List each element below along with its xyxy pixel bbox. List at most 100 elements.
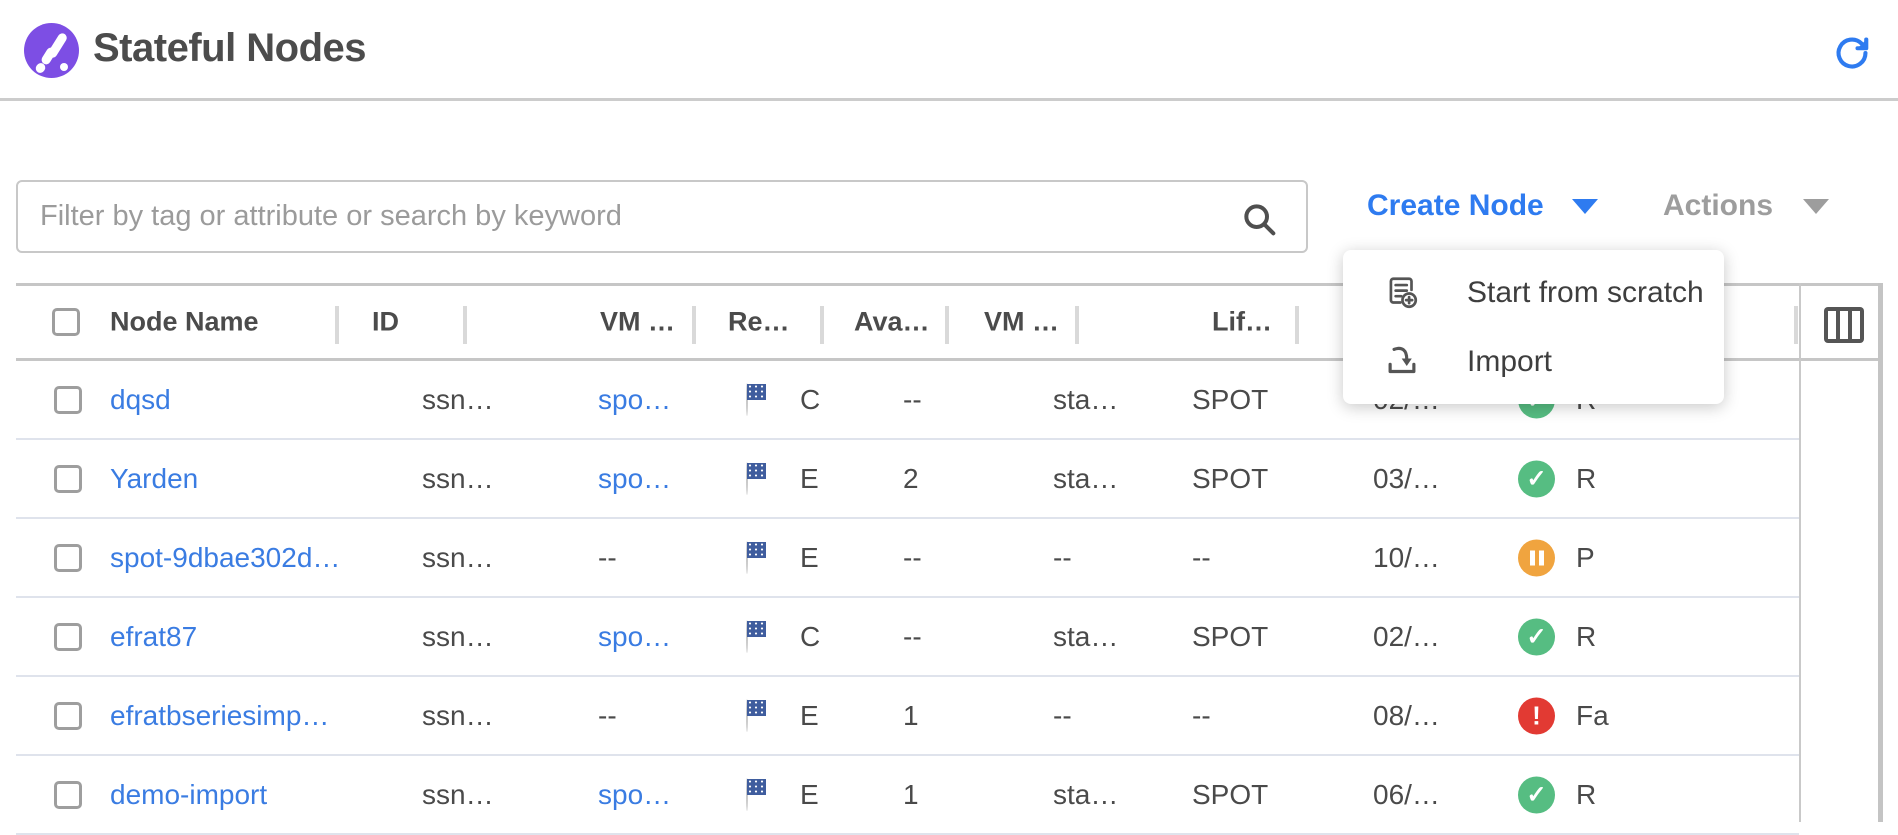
availability-value: 1 [903,700,919,732]
table-row: efratbseriesimp… ssn… -- E 1 -- -- 08/… … [16,677,1799,756]
status-label: P [1576,542,1595,574]
region-value: E [800,700,819,732]
column-separator [463,306,467,344]
column-separator [1295,306,1299,344]
status-icon [1518,697,1555,734]
column-separator [945,306,949,344]
note-add-icon [1383,274,1421,312]
page-title: Stateful Nodes [93,26,366,71]
vm-state-value: -- [1053,542,1072,574]
search-icon[interactable] [1240,200,1280,240]
vm-state-value: sta… [1053,779,1118,811]
header-lifecycle[interactable]: Lif… [1212,307,1272,338]
created-date: 03/… [1373,463,1440,495]
select-all-checkbox[interactable] [52,308,80,336]
created-date: 02/… [1373,621,1440,653]
node-id: ssn… [422,463,494,495]
table-body: dqsd ssn… spo… C -- sta… SPOT 02/… R Yar… [16,361,1883,835]
header-region[interactable]: Re… [728,307,790,338]
node-name-link[interactable]: spot-9dbae302d… [110,542,340,574]
create-node-label: Create Node [1367,189,1544,223]
us-flag-icon [746,700,748,732]
row-checkbox[interactable] [54,623,82,651]
vm-state-value: -- [1053,700,1072,732]
availability-value: -- [903,621,922,653]
header-availability[interactable]: Ava… [854,307,930,338]
row-checkbox[interactable] [54,544,82,572]
us-flag-icon [746,384,748,416]
node-name-link[interactable]: efrat87 [110,621,197,653]
node-name-link[interactable]: efratbseriesimp… [110,700,329,732]
refresh-button[interactable] [1832,34,1872,74]
region-value: E [800,779,819,811]
us-flag-icon [746,542,748,574]
table-row: efrat87 ssn… spo… C -- sta… SPOT 02/… R [16,598,1799,677]
lifecycle-value: -- [1192,542,1211,574]
vm-link[interactable]: spo… [598,384,671,416]
node-name-link[interactable]: Yarden [110,463,198,495]
us-flag-icon [746,463,748,495]
create-node-menu: Start from scratch Import [1343,250,1724,404]
row-checkbox[interactable] [54,781,82,809]
node-id: ssn… [422,542,494,574]
create-node-button[interactable]: Create Node [1367,189,1598,223]
lifecycle-value: SPOT [1192,779,1268,811]
availability-value: -- [903,384,922,416]
actions-button[interactable]: Actions [1663,189,1829,223]
us-flag-icon [746,621,748,653]
created-date: 08/… [1373,700,1440,732]
status-icon [1518,618,1555,655]
spot-logo-icon [24,23,79,78]
region-value: E [800,542,819,574]
node-name-link[interactable]: dqsd [110,384,171,416]
menu-item-import[interactable]: Import [1343,327,1724,396]
row-checkbox[interactable] [54,465,82,493]
node-id: ssn… [422,384,494,416]
availability-value: -- [903,542,922,574]
vm-state-value: sta… [1053,384,1118,416]
column-separator [820,306,824,344]
region-value: E [800,463,819,495]
vm-value: -- [598,700,617,732]
columns-picker-icon[interactable] [1824,307,1864,343]
status-label: Fa [1576,700,1609,732]
status-icon [1518,776,1555,813]
app-header: Stateful Nodes [0,0,1898,101]
vm-state-value: sta… [1053,463,1118,495]
right-rail-border [1799,283,1801,822]
caret-down-icon [1803,199,1829,214]
region-value: C [800,621,820,653]
menu-item-label: Import [1467,345,1552,379]
lifecycle-value: SPOT [1192,463,1268,495]
header-vm-state[interactable]: VM … [984,307,1059,338]
region-value: C [800,384,820,416]
filter-input[interactable] [16,180,1308,253]
row-checkbox[interactable] [54,386,82,414]
import-icon [1383,343,1421,381]
status-icon [1518,460,1555,497]
status-label: R [1576,779,1596,811]
header-vm[interactable]: VM … [600,307,675,338]
lifecycle-value: -- [1192,700,1211,732]
availability-value: 1 [903,779,919,811]
lifecycle-value: SPOT [1192,621,1268,653]
lifecycle-value: SPOT [1192,384,1268,416]
column-separator [1794,306,1798,344]
node-id: ssn… [422,621,494,653]
vm-link[interactable]: spo… [598,779,671,811]
status-icon [1518,539,1555,576]
vm-link[interactable]: spo… [598,463,671,495]
refresh-icon [1833,60,1871,75]
menu-item-start-from-scratch[interactable]: Start from scratch [1343,258,1724,327]
node-id: ssn… [422,700,494,732]
vm-link[interactable]: spo… [598,621,671,653]
header-id[interactable]: ID [372,307,399,338]
node-name-link[interactable]: demo-import [110,779,267,811]
us-flag-icon [746,779,748,811]
created-date: 10/… [1373,542,1440,574]
row-checkbox[interactable] [54,702,82,730]
header-node-name[interactable]: Node Name [110,307,259,338]
vm-value: -- [598,542,617,574]
table-row: Yarden ssn… spo… E 2 sta… SPOT 03/… R [16,440,1799,519]
caret-down-icon [1572,199,1598,214]
